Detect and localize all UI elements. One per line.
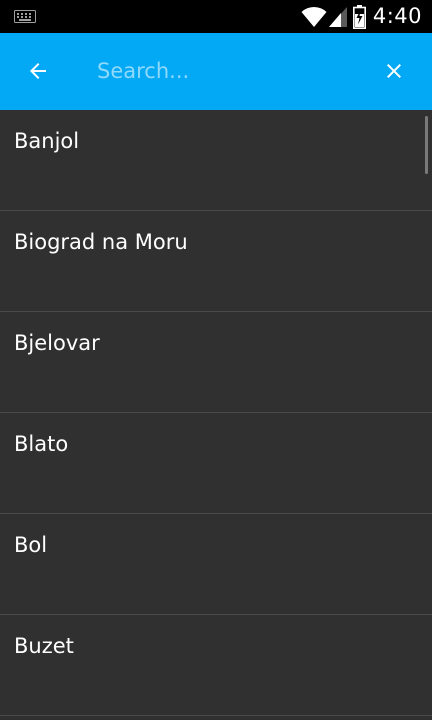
list-item[interactable]: Blato <box>0 413 432 514</box>
close-icon <box>387 64 401 78</box>
wifi-icon <box>301 6 327 27</box>
list-item[interactable]: Biograd na Moru <box>0 211 432 312</box>
list-item[interactable]: Banjol <box>0 110 432 211</box>
search-app-bar <box>0 33 432 110</box>
list-item[interactable]: Bol <box>0 514 432 615</box>
city-list: Banjol Biograd na Moru Bjelovar Blato Bo… <box>0 110 432 720</box>
list-item[interactable]: Bjelovar <box>0 312 432 413</box>
list-item-label: Biograd na Moru <box>14 230 188 254</box>
list-item-label: Blato <box>14 432 69 456</box>
list-item-label: Banjol <box>14 129 80 153</box>
battery-charging-icon <box>352 4 366 29</box>
list-item[interactable]: Buzet <box>0 615 432 716</box>
list-item-label: Bjelovar <box>14 331 100 355</box>
search-input[interactable] <box>97 51 357 91</box>
list-item-label: Bol <box>14 533 48 557</box>
status-icons: 4:40 <box>301 0 422 33</box>
signal-icon <box>328 6 347 27</box>
clear-search-button[interactable] <box>370 47 418 95</box>
list-item-label: Buzet <box>14 634 74 658</box>
arrow-back-icon <box>30 63 46 79</box>
scrollbar[interactable] <box>425 116 428 174</box>
keyboard-icon <box>14 10 36 23</box>
status-bar: 4:40 <box>0 0 432 33</box>
status-time: 4:40 <box>372 4 422 28</box>
back-button[interactable] <box>14 47 62 95</box>
